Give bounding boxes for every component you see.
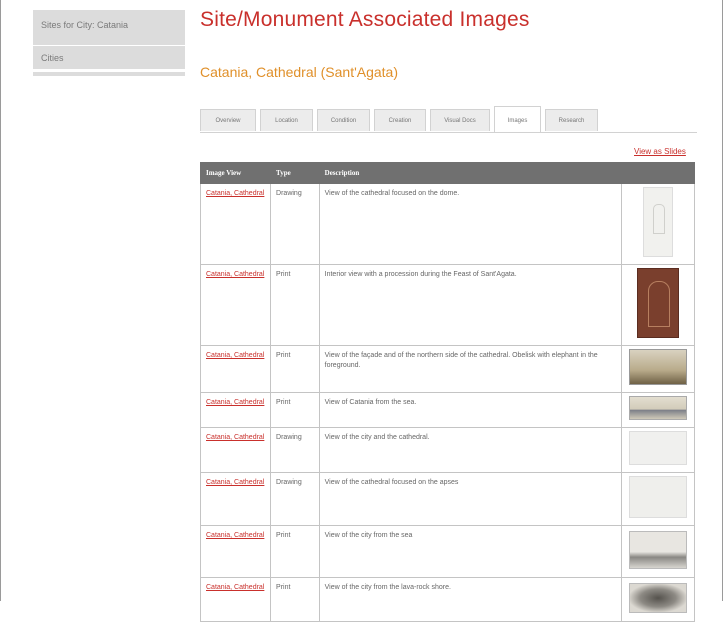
thumbnail-image[interactable]: [643, 187, 674, 257]
type-cell: Print: [270, 525, 320, 578]
tab-location[interactable]: Location: [260, 109, 313, 131]
description-cell: View of Catania from the sea.: [318, 392, 623, 428]
image-view-cell: Catania, Cathedral: [199, 577, 272, 622]
image-view-link[interactable]: Catania, Cathedral: [206, 190, 264, 197]
thumbnail-cell: [621, 427, 695, 473]
sidebar-item-cities[interactable]: Cities: [33, 46, 185, 70]
image-view-cell: Catania, Cathedral: [199, 427, 272, 473]
tab-overview[interactable]: Overview: [200, 109, 256, 131]
sidebar: Sites for City: Catania Cities: [33, 10, 185, 76]
table-row: Catania, Cathedral Print View of the cit…: [199, 577, 695, 622]
page-title: Site/Monument Associated Images: [200, 8, 530, 31]
thumbnail-cell: [621, 264, 695, 346]
page-frame-right: [722, 0, 723, 601]
image-view-link[interactable]: Catania, Cathedral: [206, 271, 264, 278]
thumbnail-cell: [621, 392, 695, 428]
tab-bar-divider: [200, 132, 697, 133]
table-row: Catania, Cathedral Drawing View of the c…: [199, 183, 695, 265]
tab-research[interactable]: Research: [545, 109, 598, 131]
table-row: Catania, Cathedral Print Interior view w…: [199, 264, 695, 346]
thumbnail-image[interactable]: [629, 530, 688, 569]
type-cell: Print: [270, 392, 320, 428]
thumbnail-image[interactable]: [629, 431, 688, 465]
tab-visual-docs[interactable]: Visual Docs: [430, 109, 490, 131]
image-view-link[interactable]: Catania, Cathedral: [206, 479, 264, 486]
type-cell: Print: [270, 577, 320, 622]
site-title: Catania, Cathedral (Sant'Agata): [200, 64, 399, 80]
tab-condition[interactable]: Condition: [317, 109, 370, 131]
images-table: Image View Type Description Catania, Cat…: [199, 162, 695, 622]
description-cell: View of the city and the cathedral.: [318, 427, 623, 473]
image-view-cell: Catania, Cathedral: [199, 264, 272, 346]
table-row: Catania, Cathedral Print View of the faç…: [199, 345, 695, 393]
type-cell: Drawing: [270, 427, 320, 473]
image-view-link[interactable]: Catania, Cathedral: [206, 434, 264, 441]
thumbnail-image[interactable]: [629, 582, 688, 613]
view-as-slides-link[interactable]: View as Slides: [634, 147, 686, 156]
sidebar-item-sites-for-city[interactable]: Sites for City: Catania: [33, 10, 185, 46]
thumbnail-image[interactable]: [629, 396, 688, 420]
type-cell: Print: [270, 345, 320, 393]
thumbnail-cell: [621, 345, 695, 393]
column-header-type: Type: [270, 162, 320, 184]
table-row: Catania, Cathedral Print View of the cit…: [199, 525, 695, 578]
image-view-cell: Catania, Cathedral: [199, 525, 272, 578]
description-cell: View of the cathedral focused on the aps…: [318, 472, 623, 526]
type-cell: Print: [270, 264, 320, 346]
image-view-link[interactable]: Catania, Cathedral: [206, 352, 264, 359]
thumbnail-cell: [621, 183, 695, 265]
thumbnail-cell: [621, 472, 695, 526]
tab-creation[interactable]: Creation: [374, 109, 426, 131]
image-view-cell: Catania, Cathedral: [199, 472, 272, 526]
thumbnail-image[interactable]: [637, 268, 680, 338]
image-view-cell: Catania, Cathedral: [199, 392, 272, 428]
image-view-link[interactable]: Catania, Cathedral: [206, 532, 264, 539]
sidebar-item-label: Sites for City: Catania: [41, 20, 129, 30]
tab-images[interactable]: Images: [494, 106, 541, 132]
description-cell: View of the cathedral focused on the dom…: [318, 183, 623, 265]
image-view-cell: Catania, Cathedral: [199, 345, 272, 393]
sidebar-divider: [33, 72, 185, 76]
image-view-cell: Catania, Cathedral: [199, 183, 272, 265]
thumbnail-image[interactable]: [629, 349, 688, 385]
thumbnail-cell: [621, 525, 695, 578]
image-view-link[interactable]: Catania, Cathedral: [206, 584, 264, 591]
table-row: Catania, Cathedral Print View of Catania…: [199, 392, 695, 428]
thumbnail-image[interactable]: [629, 476, 688, 518]
image-view-link[interactable]: Catania, Cathedral: [206, 399, 264, 406]
column-header-thumbnail: [621, 162, 695, 184]
page-frame-left: [0, 0, 1, 601]
column-header-image-view: Image View: [199, 162, 272, 184]
tab-bar: Overview Location Condition Creation Vis…: [200, 106, 602, 133]
description-cell: View of the façade and of the northern s…: [318, 345, 623, 393]
type-cell: Drawing: [270, 183, 320, 265]
thumbnail-cell: [621, 577, 695, 622]
table-row: Catania, Cathedral Drawing View of the c…: [199, 472, 695, 526]
description-cell: View of the city from the sea: [318, 525, 623, 578]
type-cell: Drawing: [270, 472, 320, 526]
table-row: Catania, Cathedral Drawing View of the c…: [199, 427, 695, 473]
description-cell: Interior view with a procession during t…: [318, 264, 623, 346]
table-header-row: Image View Type Description: [199, 162, 695, 184]
column-header-description: Description: [318, 162, 623, 184]
sidebar-item-label: Cities: [41, 53, 64, 63]
description-cell: View of the city from the lava-rock shor…: [318, 577, 623, 622]
